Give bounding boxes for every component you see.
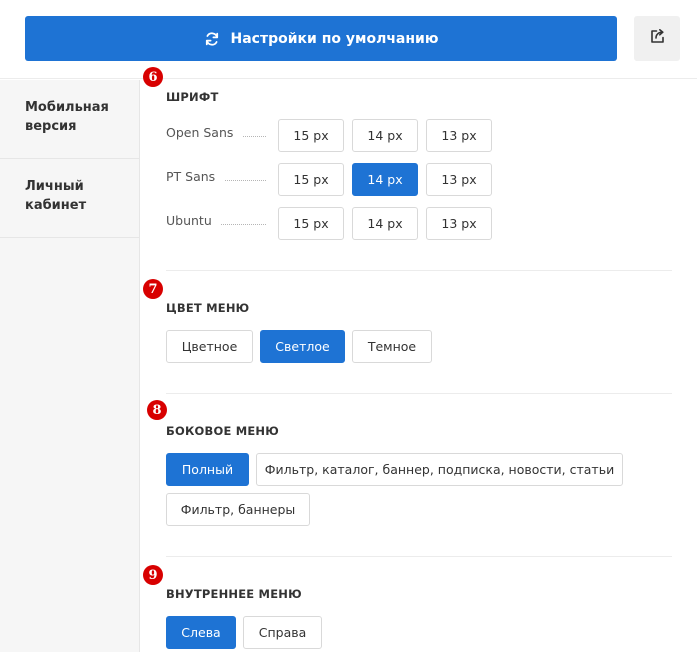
inner-menu-option-right[interactable]: Справа: [243, 616, 322, 649]
share-icon: [649, 28, 666, 49]
font-name: Ubuntu: [166, 213, 212, 228]
sidebar-item-mobile-version[interactable]: Мобильная версия: [0, 80, 139, 159]
font-size-option[interactable]: 15 px: [278, 119, 344, 152]
section-number-badge: 9: [143, 565, 163, 585]
side-menu-option-full[interactable]: Полный: [166, 453, 249, 486]
menu-color-section-title: ЦВЕТ МЕНЮ: [166, 301, 250, 315]
section-number-badge: 6: [143, 67, 163, 87]
dotted-leader: [225, 180, 266, 181]
inner-menu-section-title: ВНУТРЕННЕЕ МЕНЮ: [166, 587, 302, 601]
side-menu-section-title: БОКОВОЕ МЕНЮ: [166, 424, 279, 438]
sidebar-item-label: Мобильная: [25, 100, 109, 115]
font-size-option-selected[interactable]: 14 px: [352, 163, 418, 196]
dotted-leader: [243, 136, 266, 137]
inner-menu-option-left[interactable]: Слева: [166, 616, 236, 649]
side-menu-option-extended[interactable]: Фильтр, каталог, баннер, подписка, новос…: [256, 453, 623, 486]
font-name: PT Sans: [166, 169, 216, 184]
font-size-option[interactable]: 14 px: [352, 207, 418, 240]
font-row-ubuntu: Ubuntu 15 px 14 px 13 px: [166, 207, 496, 240]
sidebar-item-personal-account[interactable]: Личный кабинет: [0, 159, 139, 238]
section-number-badge: 8: [147, 400, 167, 420]
font-size-option[interactable]: 13 px: [426, 163, 492, 196]
section-divider: [166, 393, 672, 394]
dotted-leader: [221, 224, 266, 225]
reset-defaults-button[interactable]: Настройки по умолчанию: [25, 16, 617, 61]
menu-color-option-colored[interactable]: Цветное: [166, 330, 253, 363]
sidebar-item-label: версия: [25, 119, 77, 134]
font-size-option[interactable]: 14 px: [352, 119, 418, 152]
font-name: Open Sans: [166, 125, 234, 140]
font-section-title: ШРИФТ: [166, 90, 219, 104]
font-row-open-sans: Open Sans 15 px 14 px 13 px: [166, 119, 496, 152]
share-button[interactable]: [634, 16, 680, 61]
refresh-icon: [204, 31, 220, 47]
menu-color-option-light[interactable]: Светлое: [260, 330, 345, 363]
top-bar: Настройки по умолчанию: [0, 0, 697, 79]
side-menu-option-filter-banners[interactable]: Фильтр, баннеры: [166, 493, 310, 526]
font-size-option[interactable]: 15 px: [278, 207, 344, 240]
menu-color-option-dark[interactable]: Темное: [352, 330, 432, 363]
font-row-pt-sans: PT Sans 15 px 14 px 13 px: [166, 163, 496, 196]
font-size-option[interactable]: 13 px: [426, 207, 492, 240]
sidebar-item-label: Личный: [25, 179, 84, 194]
font-size-option[interactable]: 13 px: [426, 119, 492, 152]
font-size-option[interactable]: 15 px: [278, 163, 344, 196]
section-divider: [166, 270, 672, 271]
section-number-badge: 7: [143, 279, 163, 299]
sidebar-item-label: кабинет: [25, 198, 87, 213]
reset-defaults-label: Настройки по умолчанию: [230, 30, 439, 47]
sidebar: Мобильная версия Личный кабинет: [0, 80, 140, 652]
section-divider: [166, 556, 672, 557]
